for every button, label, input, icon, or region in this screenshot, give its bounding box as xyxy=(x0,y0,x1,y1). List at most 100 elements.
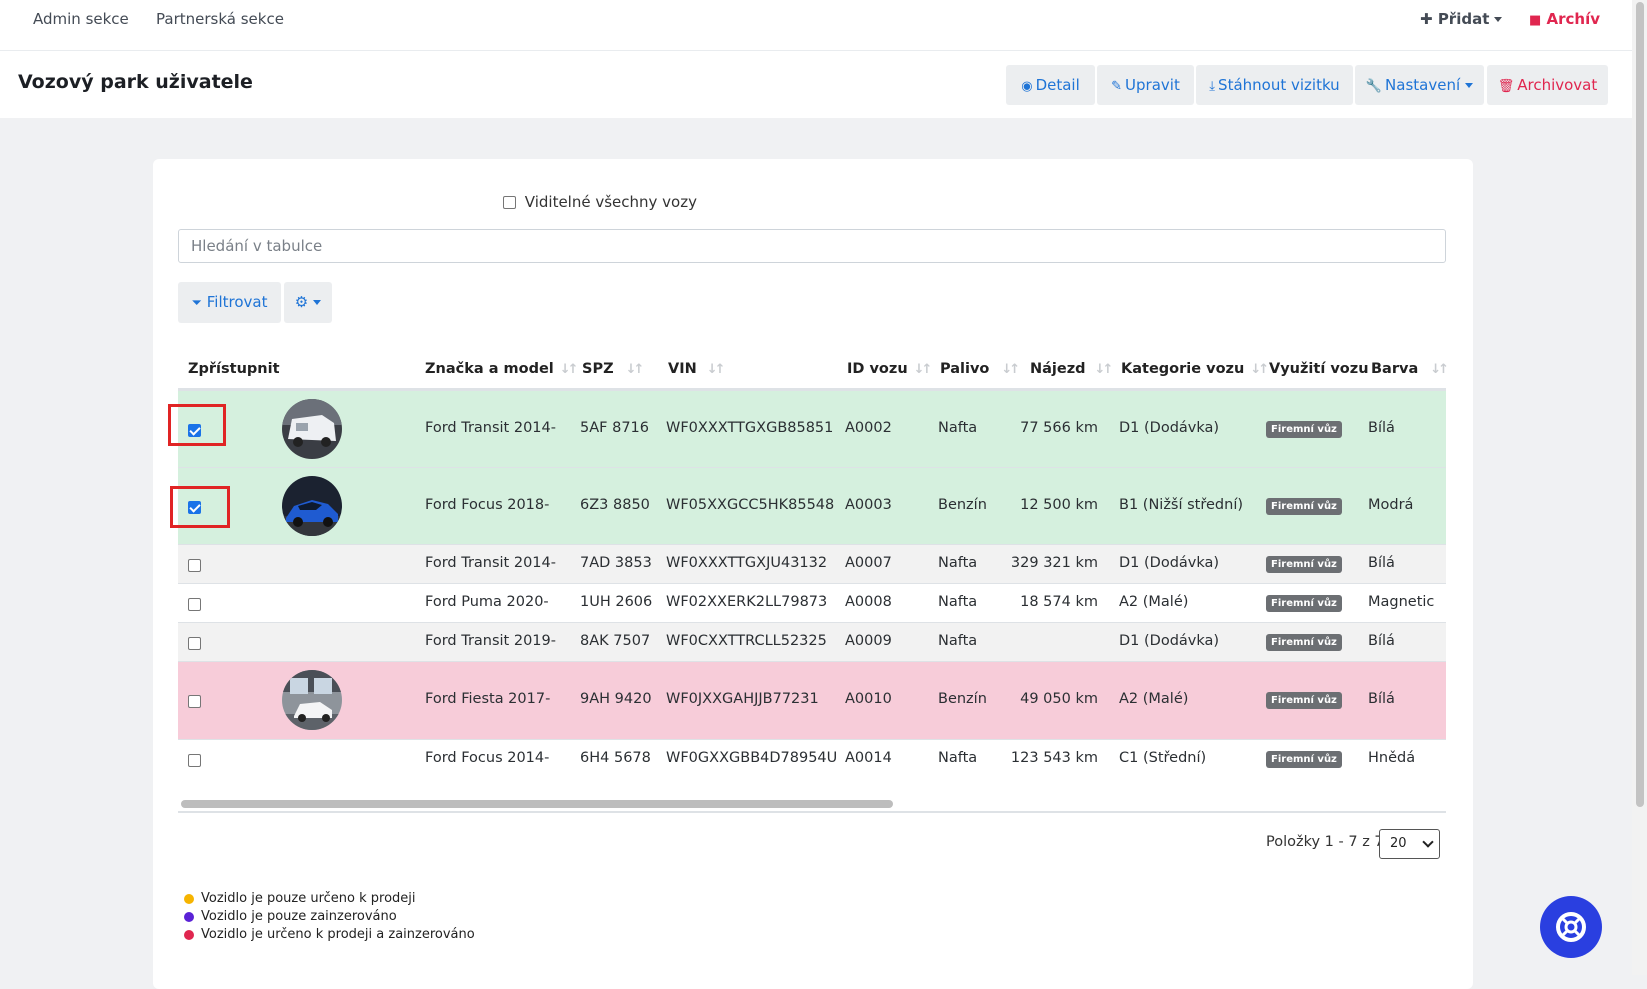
table-row[interactable]: Ford Transit 2014- 5AF 8716 WF0XXXTTGXGB… xyxy=(178,390,1446,468)
sort-icon[interactable]: ↓↑ xyxy=(1430,362,1449,377)
scrollbar-thumb[interactable] xyxy=(1636,2,1644,807)
vehicle-photo xyxy=(282,670,342,730)
row-checkbox[interactable] xyxy=(188,596,201,612)
cell-color: Hnědá xyxy=(1368,750,1416,766)
cell-model: Ford Focus 2014- xyxy=(425,750,550,766)
cell-id: A0003 xyxy=(845,497,892,513)
sort-icon[interactable]: ↓↑ xyxy=(1001,362,1020,377)
sort-icon[interactable]: ↓↑ xyxy=(707,362,726,377)
cell-id: A0008 xyxy=(845,594,892,610)
table-horizontal-scrollbar[interactable] xyxy=(178,796,1446,813)
sort-icon[interactable]: ↓↑ xyxy=(560,362,579,377)
gear-icon: ⚙ xyxy=(294,293,309,311)
nav-admin-link[interactable]: Admin sekce xyxy=(33,10,129,28)
table-row[interactable]: Ford Focus 2014- 6H4 5678 WF0GXXGBB4D789… xyxy=(178,739,1446,778)
usage-badge: Firemní vůz xyxy=(1266,595,1342,612)
usage-badge: Firemní vůz xyxy=(1266,421,1342,438)
col-mileage[interactable]: Nájezd ↓↑ xyxy=(1030,361,1114,377)
archive-icon: ■ xyxy=(1529,13,1542,28)
table-row[interactable]: Ford Puma 2020- 1UH 2606 WF02XXERK2LL798… xyxy=(178,583,1446,622)
table-row[interactable]: Ford Transit 2014- 7AD 3853 WF0XXXTTGXJU… xyxy=(178,544,1446,583)
cell-mileage: 329 321 km xyxy=(1010,555,1098,571)
col-color[interactable]: Barva ↓↑ xyxy=(1371,361,1449,377)
caret-down-icon xyxy=(313,300,322,305)
table-row[interactable]: Ford Focus 2018- 6Z3 8850 WF05XXGCC5HK85… xyxy=(178,467,1446,545)
highlight-box xyxy=(170,486,230,528)
cell-category: B1 (Nižší střední) xyxy=(1119,497,1244,513)
filter-button[interactable]: ⏷ Filtrovat xyxy=(178,282,281,323)
col-fuel[interactable]: Palivo ↓↑ xyxy=(940,361,1020,377)
archive-button[interactable]: 🗑 Archivovat xyxy=(1487,65,1608,105)
detail-button[interactable]: ◉ Detail xyxy=(1006,65,1095,105)
cell-vin: WF02XXERK2LL79873 xyxy=(666,594,828,610)
settings-dropdown-button[interactable]: 🔧 Nastavení xyxy=(1355,65,1484,105)
wrench-icon: 🔧 xyxy=(1365,79,1383,94)
nav-partner-link[interactable]: Partnerská sekce xyxy=(156,10,284,28)
cell-vin: WF0GXXGBB4D78954U xyxy=(666,750,838,766)
page-header: Vozový park uživatele ◉ Detail ✎ Upravit ⤓… xyxy=(0,51,1632,118)
edit-button[interactable]: ✎ Upravit xyxy=(1097,65,1194,105)
cell-color: Modrá xyxy=(1368,497,1414,513)
vehicle-photo xyxy=(282,399,342,459)
sort-icon[interactable]: ↓↑ xyxy=(914,362,933,377)
col-id[interactable]: ID vozu ↓↑ xyxy=(847,361,933,377)
vehicle-photo xyxy=(282,476,342,536)
table-search-input[interactable]: Hledání v tabulce xyxy=(178,229,1446,263)
cell-model: Ford Transit 2014- xyxy=(425,420,556,436)
usage-badge: Firemní vůz xyxy=(1266,556,1342,573)
table-row[interactable]: Ford Fiesta 2017- 9AH 9420 WF0JXXGAHJJB7… xyxy=(178,661,1446,739)
cell-spz: 9AH 9420 xyxy=(580,691,652,707)
col-model[interactable]: Značka a model ↓↑ xyxy=(425,361,579,377)
sort-icon[interactable]: ↓↑ xyxy=(1095,362,1114,377)
download-card-button[interactable]: ⤓ Stáhnout vizitku xyxy=(1196,65,1353,105)
sort-icon[interactable]: ↓↑ xyxy=(1250,362,1269,377)
usage-badge: Firemní vůz xyxy=(1266,634,1342,651)
cell-vin: WF0JXXGAHJJB77231 xyxy=(666,691,819,707)
sort-icon[interactable]: ↓↑ xyxy=(626,362,645,377)
legend-dot xyxy=(184,911,194,922)
all-visible-label: Viditelné všechny vozy xyxy=(524,193,697,211)
vertical-scrollbar[interactable] xyxy=(1632,0,1647,975)
scrollbar-thumb[interactable] xyxy=(181,800,893,808)
cell-vin: WF0XXXTTGXGB85851 xyxy=(666,420,834,436)
cell-fuel: Nafta xyxy=(938,594,978,610)
legend-item: Vozidlo je pouze určeno k prodeji xyxy=(184,891,416,906)
archive-link[interactable]: ■ Archív xyxy=(1529,10,1600,28)
row-checkbox[interactable] xyxy=(188,635,201,651)
cell-color: Bílá xyxy=(1368,691,1395,707)
cell-fuel: Benzín xyxy=(938,497,987,513)
legend-item: Vozidlo je určeno k prodeji a zainzerová… xyxy=(184,927,475,942)
cell-model: Ford Transit 2014- xyxy=(425,555,556,571)
trash-icon: 🗑 xyxy=(1497,79,1515,94)
cell-spz: 5AF 8716 xyxy=(580,420,649,436)
caret-down-icon xyxy=(1465,83,1474,88)
cell-spz: 7AD 3853 xyxy=(580,555,652,571)
column-settings-button[interactable]: ⚙ xyxy=(284,282,332,323)
legend-item: Vozidlo je pouze zainzerováno xyxy=(184,909,397,924)
cell-vin: WF0XXXTTGXJU43132 xyxy=(666,555,828,571)
all-visible-checkbox[interactable] xyxy=(503,196,516,209)
help-chat-button[interactable] xyxy=(1540,896,1602,958)
add-dropdown[interactable]: ✚ Přidat xyxy=(1420,10,1503,28)
cell-fuel: Nafta xyxy=(938,750,978,766)
row-checkbox[interactable] xyxy=(188,557,201,573)
col-vin[interactable]: VIN ↓↑ xyxy=(668,361,726,377)
legend-dot xyxy=(184,929,194,940)
col-usage: Využití vozu xyxy=(1269,361,1369,377)
cell-id: A0014 xyxy=(845,750,892,766)
col-spz[interactable]: SPZ ↓↑ xyxy=(582,361,645,377)
cell-model: Ford Puma 2020- xyxy=(425,594,549,610)
cell-color: Magnetic xyxy=(1368,594,1435,610)
cell-category: D1 (Dodávka) xyxy=(1119,633,1220,649)
cell-category: C1 (Střední) xyxy=(1119,750,1207,766)
top-navbar: Admin sekce Partnerská sekce ✚ Přidat ■ … xyxy=(0,0,1632,51)
legend-dot xyxy=(184,893,194,904)
table-row[interactable]: Ford Transit 2019- 8AK 7507 WF0CXXTTRCLL… xyxy=(178,622,1446,661)
col-category[interactable]: Kategorie vozu ↓↑ xyxy=(1121,361,1269,377)
all-visible-toggle[interactable]: Viditelné všechny vozy xyxy=(503,193,697,211)
cell-fuel: Nafta xyxy=(938,555,978,571)
row-checkbox[interactable] xyxy=(188,693,201,709)
row-checkbox[interactable] xyxy=(188,752,201,768)
cell-model: Ford Focus 2018- xyxy=(425,497,550,513)
page-size-select[interactable]: 20 xyxy=(1379,829,1440,859)
